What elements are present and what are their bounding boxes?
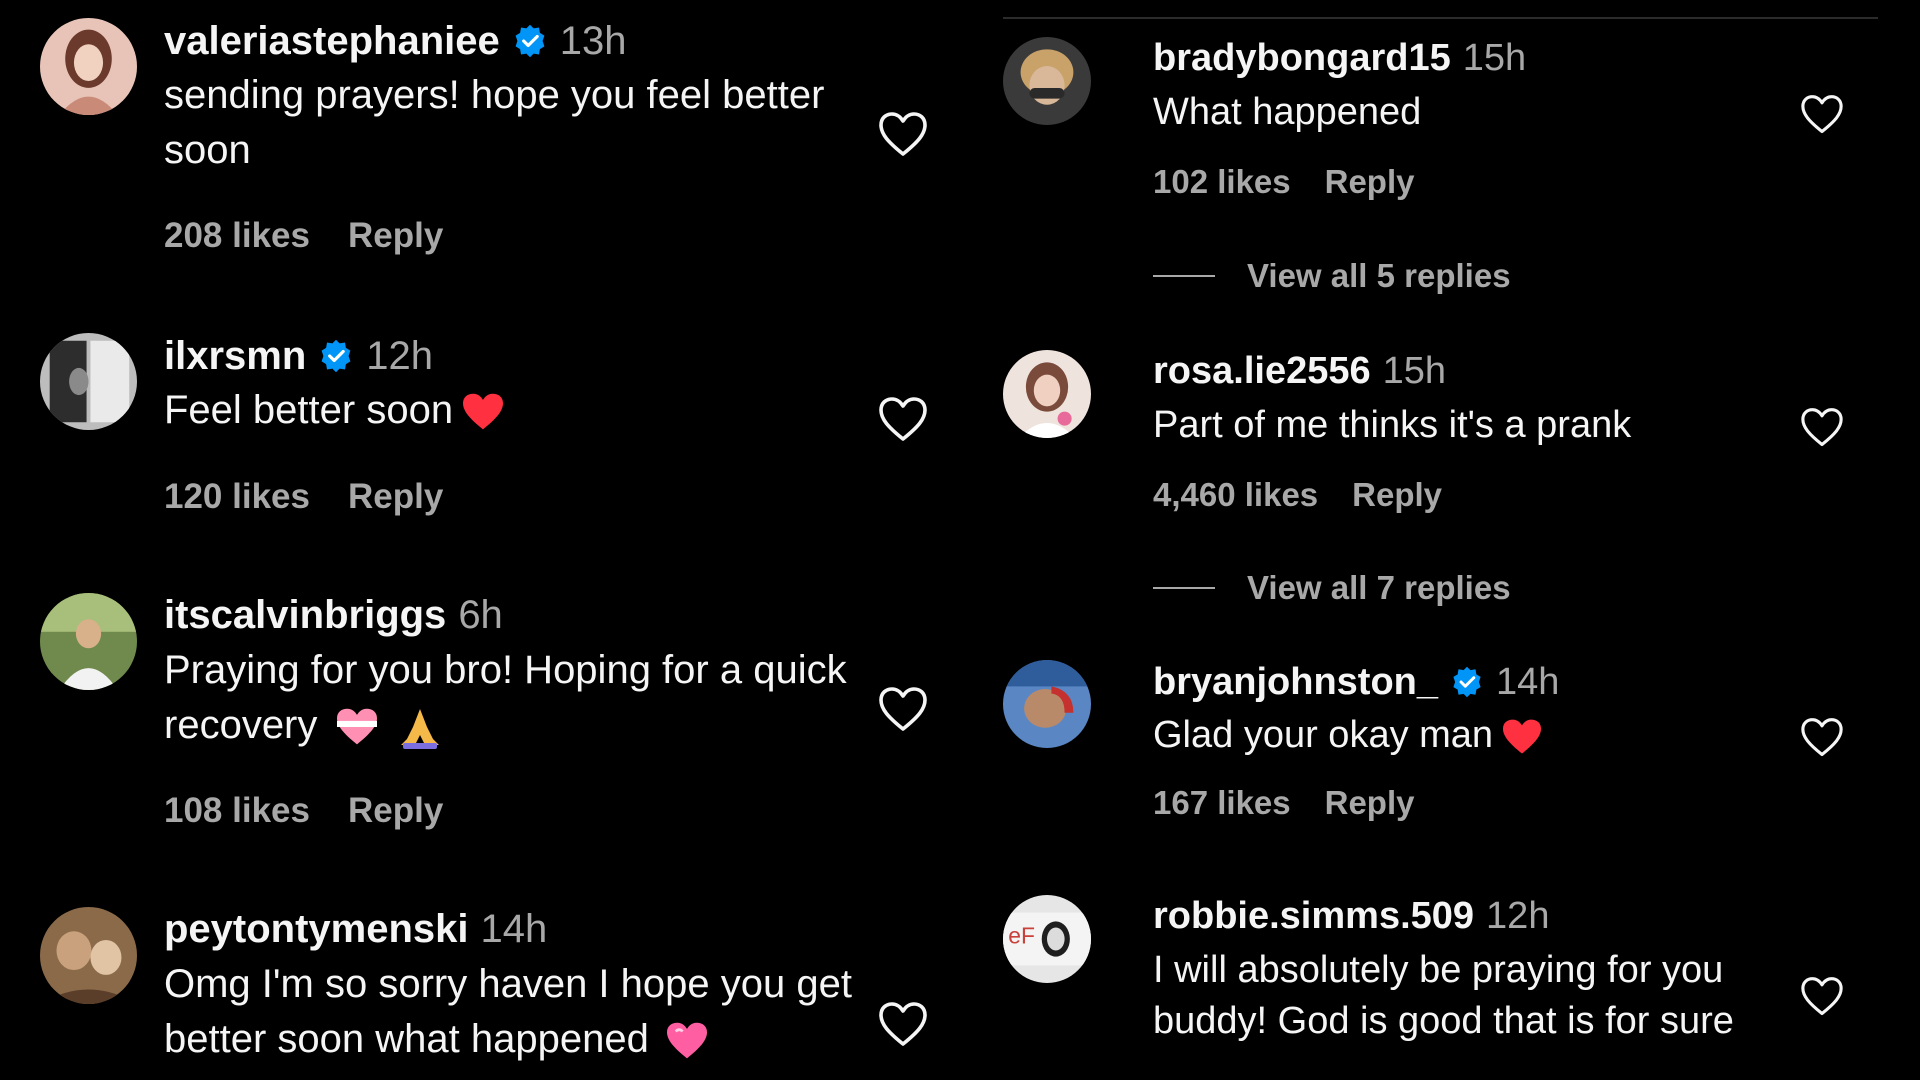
username[interactable]: robbie.simms.509: [1153, 895, 1474, 938]
timestamp: 13h: [559, 19, 627, 63]
avatar[interactable]: [40, 593, 137, 690]
likes-count[interactable]: 108 likes: [164, 791, 310, 831]
reply-button[interactable]: Reply: [1325, 784, 1415, 822]
heart-outline-icon[interactable]: [1800, 977, 1844, 1017]
heart-outline-icon[interactable]: [878, 397, 928, 443]
avatar[interactable]: [1003, 660, 1091, 748]
praying-hands-emoji: [397, 705, 443, 750]
comment-text: What happened: [1153, 91, 1422, 133]
verified-badge-icon: [318, 338, 354, 374]
heart-outline-icon[interactable]: [1800, 95, 1844, 135]
comment-text: Feel better soon: [164, 388, 454, 432]
timestamp: 15h: [1462, 37, 1527, 79]
timestamp: 6h: [458, 593, 503, 637]
reply-button[interactable]: Reply: [348, 791, 443, 831]
top-divider: [1003, 17, 1878, 19]
username[interactable]: ilxrsmn: [164, 334, 306, 379]
pink-heart-emoji: [665, 1021, 709, 1061]
reply-button[interactable]: Reply: [348, 216, 443, 256]
avatar[interactable]: eF: [1003, 895, 1091, 983]
avatar[interactable]: [1003, 37, 1091, 125]
heart-outline-icon[interactable]: [1800, 408, 1844, 448]
view-replies-button[interactable]: View all 7 replies: [1153, 569, 1511, 607]
username[interactable]: bryanjohnston_: [1153, 661, 1438, 704]
timestamp: 14h: [1496, 661, 1560, 703]
username[interactable]: rosa.lie2556: [1153, 350, 1371, 393]
likes-count[interactable]: 208 likes: [164, 216, 310, 256]
reply-button[interactable]: Reply: [1352, 476, 1442, 514]
timestamp: 12h: [366, 334, 434, 378]
heart-outline-icon[interactable]: [878, 1002, 928, 1048]
avatar[interactable]: [40, 907, 137, 1004]
timestamp: 14h: [480, 907, 548, 951]
likes-count[interactable]: 167 likes: [1153, 784, 1291, 822]
view-replies-button[interactable]: View all 5 replies: [1153, 257, 1511, 295]
comment-text: I will absolutely be praying for you bud…: [1153, 949, 1734, 1042]
comment-text: sending prayers! hope you feel better so…: [164, 73, 825, 172]
red-heart-emoji: [461, 392, 505, 432]
replies-divider: [1153, 275, 1215, 277]
svg-text:eF: eF: [1008, 922, 1035, 948]
avatar[interactable]: [40, 18, 137, 115]
view-replies-label[interactable]: View all 5 replies: [1247, 257, 1511, 295]
heart-outline-icon[interactable]: [878, 112, 928, 158]
reply-button[interactable]: Reply: [348, 477, 443, 517]
username[interactable]: bradybongard15: [1153, 37, 1451, 80]
avatar[interactable]: [40, 333, 137, 430]
likes-count[interactable]: 102 likes: [1153, 163, 1291, 201]
comment-text: Praying for you bro! Hoping for a quick …: [164, 648, 847, 747]
reply-button[interactable]: Reply: [1325, 163, 1415, 201]
username[interactable]: itscalvinbriggs: [164, 593, 446, 638]
likes-count[interactable]: 120 likes: [164, 477, 310, 517]
timestamp: 15h: [1382, 350, 1447, 392]
avatar[interactable]: [1003, 350, 1091, 438]
heart-outline-icon[interactable]: [878, 687, 928, 733]
replies-divider: [1153, 587, 1215, 589]
red-heart-emoji: [1501, 718, 1543, 756]
likes-count[interactable]: 4,460 likes: [1153, 476, 1318, 514]
verified-badge-icon: [512, 23, 548, 59]
heart-ribbon-emoji: [335, 707, 379, 747]
verified-badge-icon: [1450, 665, 1484, 699]
heart-outline-icon[interactable]: [1800, 718, 1844, 758]
comment-text: Glad your okay man: [1153, 714, 1494, 756]
comment-text: Part of me thinks it's a prank: [1153, 404, 1632, 446]
view-replies-label[interactable]: View all 7 replies: [1247, 569, 1511, 607]
timestamp: 12h: [1486, 895, 1550, 937]
username[interactable]: valeriastephaniee: [164, 19, 500, 64]
comment-text: Omg I'm so sorry haven I hope you get be…: [164, 962, 852, 1061]
username[interactable]: peytontymenski: [164, 907, 469, 952]
